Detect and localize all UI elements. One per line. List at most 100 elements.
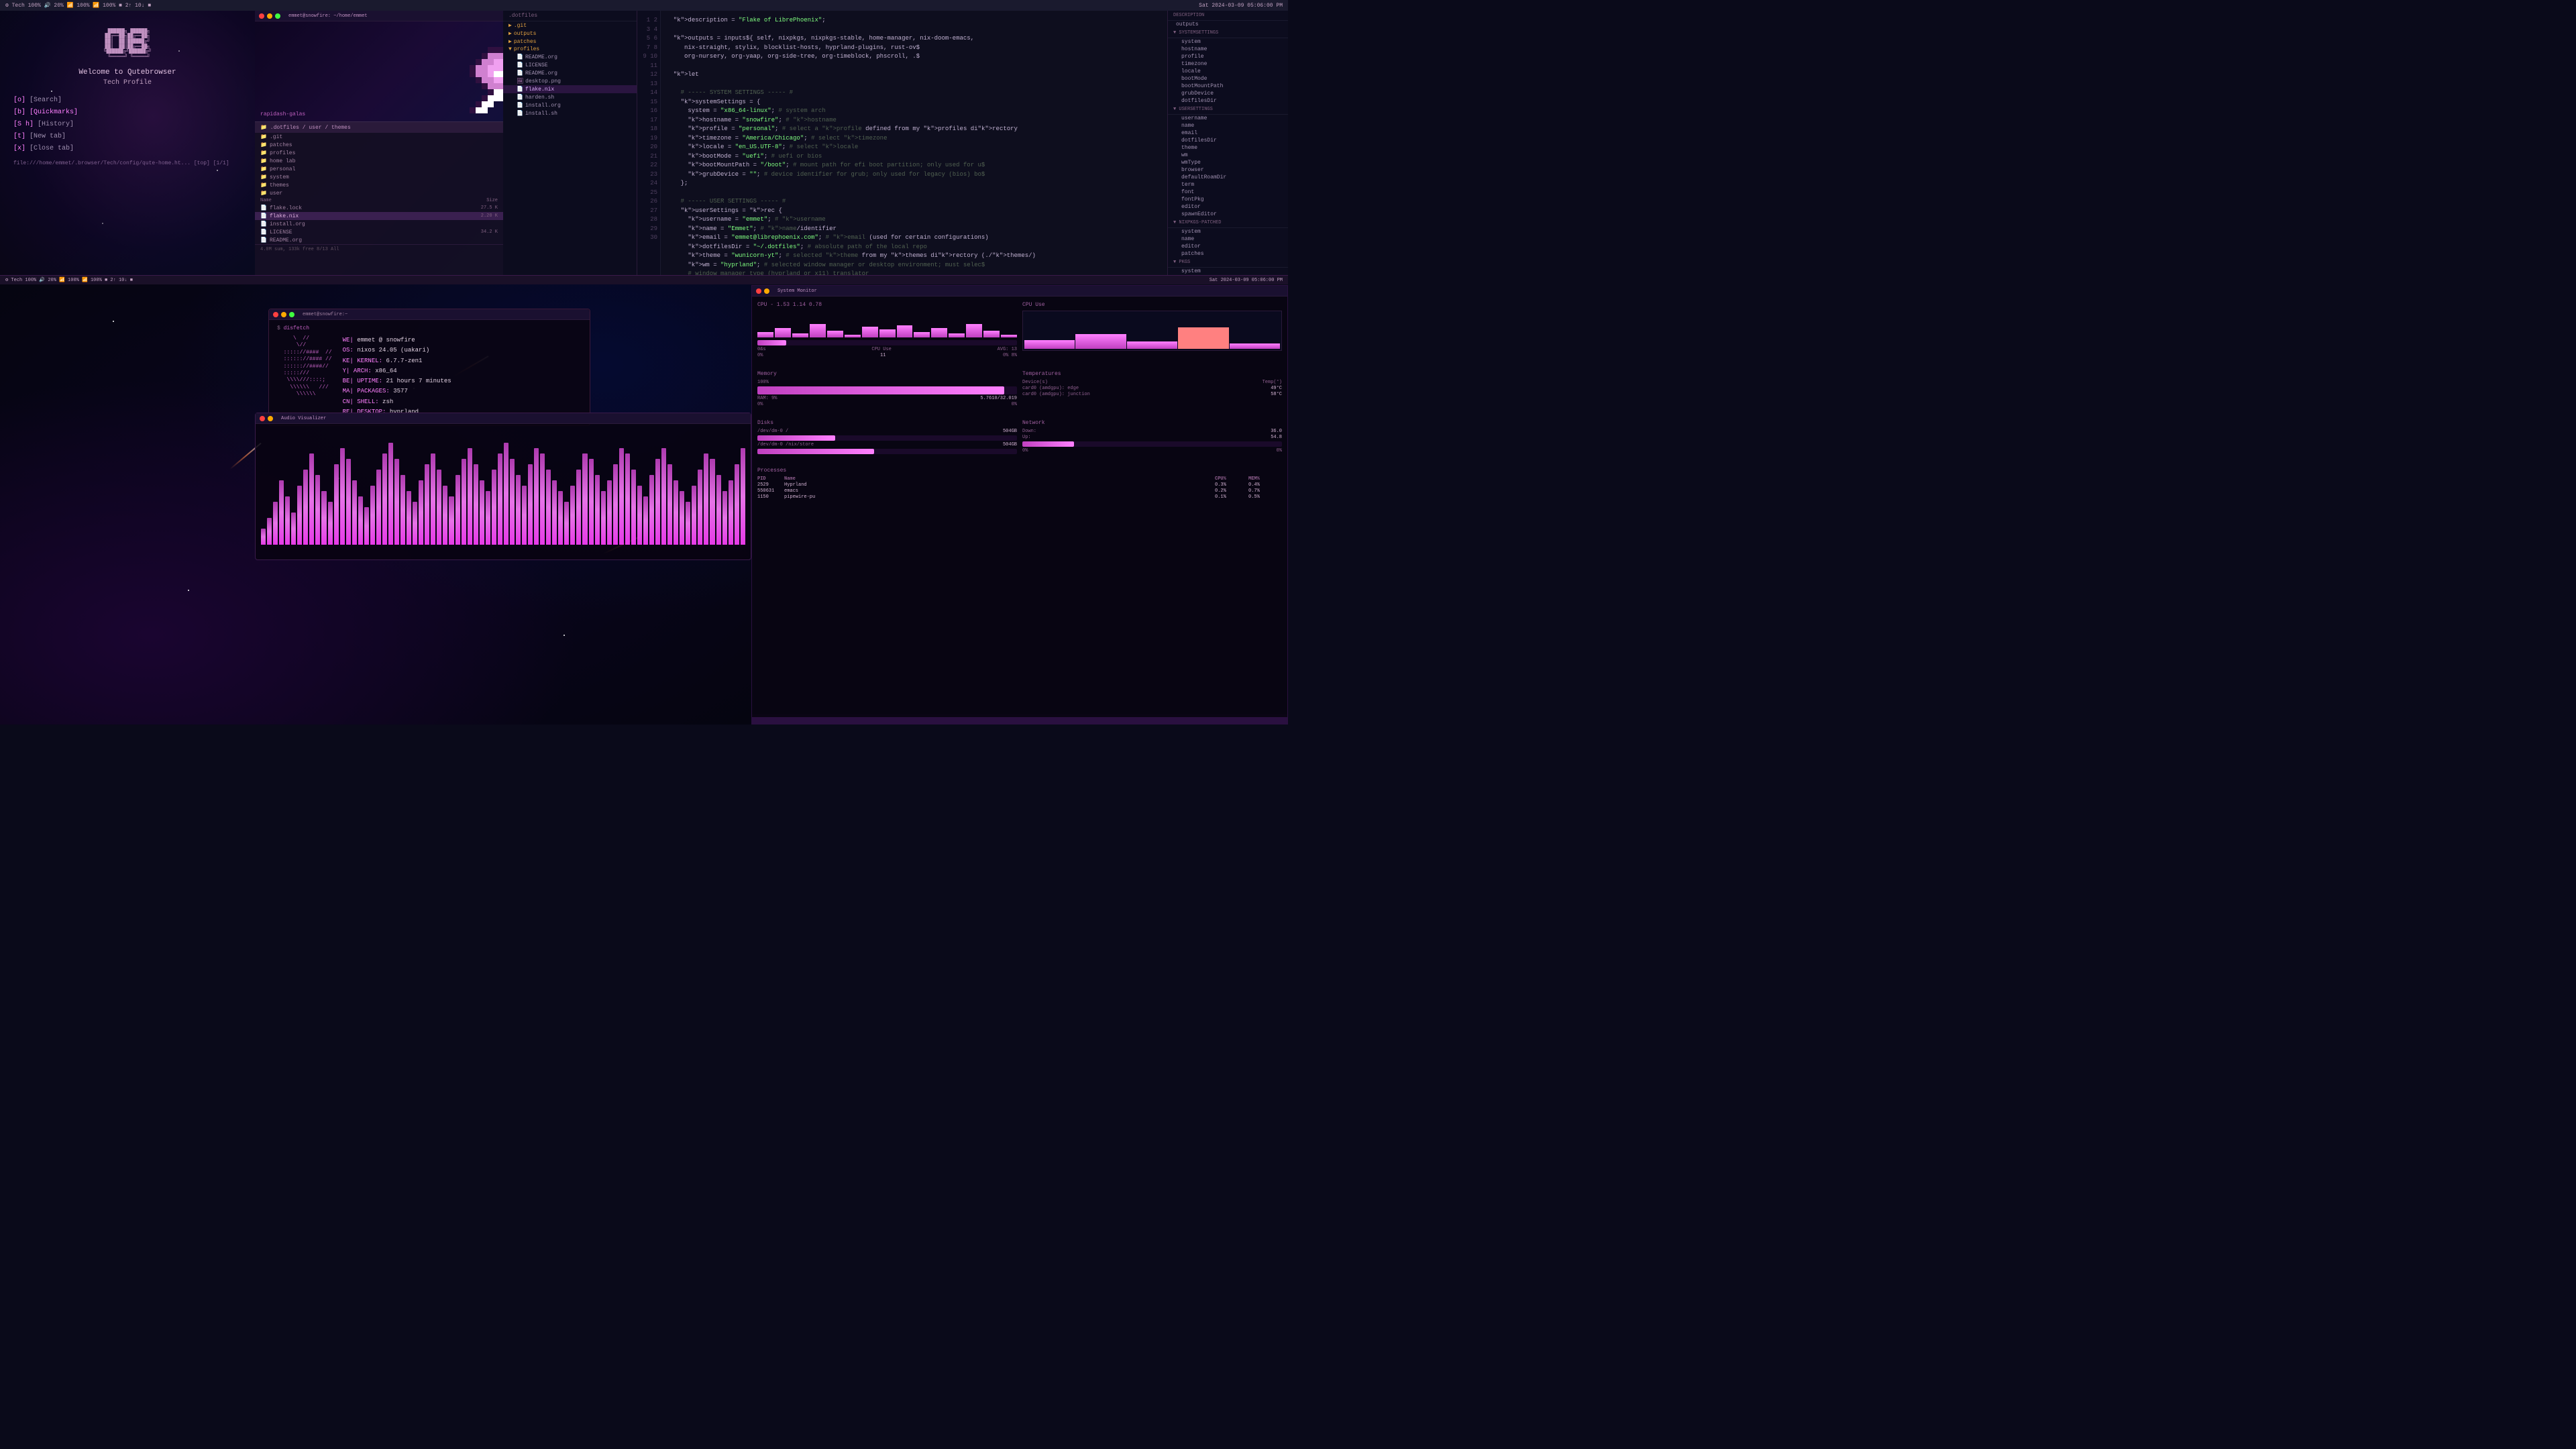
outline-browser[interactable]: browser <box>1168 166 1288 174</box>
qb-menu-search[interactable]: [o] [Search] <box>13 95 241 107</box>
neofetch-close[interactable] <box>273 312 278 317</box>
outline-email[interactable]: email <box>1168 129 1288 137</box>
win-close-btn[interactable] <box>259 13 264 19</box>
fm-row-flakelock[interactable]: 📄flake.lock27.5 K <box>255 204 503 212</box>
neofetch-max[interactable] <box>289 312 294 317</box>
outline-pkgs-system[interactable]: system <box>1168 268 1288 275</box>
vis-bar <box>498 453 502 545</box>
fm-row-system[interactable]: 📁system <box>255 173 503 181</box>
neofetch-kernel: KE| KERNEL: 6.7.7-zen1 <box>343 356 451 366</box>
win-max-btn[interactable] <box>275 13 280 19</box>
status-datetime: Sat 2024-03-09 05:06:00 PM <box>1199 3 1283 9</box>
neofetch-we: WE| emmet @ snowfire <box>343 335 451 345</box>
outline-dotfilesdir2[interactable]: dotfilesDir <box>1168 137 1288 144</box>
fm-row-personal[interactable]: 📁personal <box>255 165 503 173</box>
tree-installsh[interactable]: 📄 install.sh <box>503 109 637 117</box>
tree-git[interactable]: ▶ .git <box>503 21 637 30</box>
outline-spawneditor[interactable]: spawnEditor <box>1168 211 1288 218</box>
vis-bar <box>710 459 714 545</box>
outline-term[interactable]: term <box>1168 181 1288 189</box>
neofetch-command: $ disfetch <box>277 325 582 331</box>
fm-row-homelab[interactable]: 📁home lab <box>255 157 503 165</box>
outline-defaultroamdir[interactable]: defaultRoamDir <box>1168 174 1288 181</box>
outline-bootmode[interactable]: bootMode <box>1168 75 1288 83</box>
cpu-bar-2 <box>1075 334 1126 349</box>
fm-row-profiles[interactable]: 📁profiles <box>255 149 503 157</box>
sysmon-proc-pipewire: 1150 pipewire-pu 0.1% 0.5% <box>757 494 1282 500</box>
outline-editor[interactable]: editor <box>1168 203 1288 211</box>
outline-bootmountpath[interactable]: bootMountPath <box>1168 83 1288 90</box>
outline-np-editor[interactable]: editor <box>1168 243 1288 250</box>
vis-bar <box>667 464 672 545</box>
fm-row-readme[interactable]: 📄README.org <box>255 236 503 244</box>
outline-name[interactable]: name <box>1168 122 1288 129</box>
vis-bar <box>291 513 296 545</box>
outline-wm[interactable]: wm <box>1168 152 1288 159</box>
tree-outputs[interactable]: ▶ outputs <box>503 30 637 38</box>
outline-username[interactable]: username <box>1168 115 1288 122</box>
vis-bar <box>437 470 441 545</box>
fm-row-git[interactable]: 📁.git <box>255 133 503 141</box>
outline-timezone[interactable]: timezone <box>1168 60 1288 68</box>
outline-fontpkg[interactable]: fontPkg <box>1168 196 1288 203</box>
vis-bar <box>680 491 684 545</box>
outline-np-name[interactable]: name <box>1168 235 1288 243</box>
outline-font[interactable]: font <box>1168 189 1288 196</box>
vis-bar <box>328 502 333 545</box>
top-center-window: emmet@snowfire: ~/home/emmet rapidash-ga… <box>255 11 503 276</box>
vis-bar <box>321 491 326 545</box>
vis-bar <box>649 475 654 545</box>
tree-desktop-png[interactable]: 🖼 desktop.png <box>503 77 637 85</box>
sysmon-close[interactable] <box>756 288 761 294</box>
vis-bar <box>394 459 399 545</box>
fm-row-flakenix[interactable]: 📄flake.nix2.20 K <box>255 212 503 220</box>
fm-row-user[interactable]: 📁user <box>255 189 503 197</box>
sysmon-min[interactable] <box>764 288 769 294</box>
fm-row-license[interactable]: 📄LICENSE34.2 K <box>255 228 503 236</box>
cpu-mini-bar <box>1001 335 1017 337</box>
outline-theme[interactable]: theme <box>1168 144 1288 152</box>
outline-locale[interactable]: locale <box>1168 68 1288 75</box>
tree-flakenix[interactable]: 📄 flake.nix <box>503 85 637 93</box>
tree-profiles[interactable]: ▼ profiles <box>503 46 637 53</box>
fm-row-patches[interactable]: 📁patches <box>255 141 503 149</box>
vis-bar <box>334 464 339 545</box>
tree-installorg[interactable]: 📄 install.org <box>503 101 637 109</box>
outline-np-system[interactable]: system <box>1168 228 1288 235</box>
tree-readme-org-2[interactable]: 📄 README.org <box>503 69 637 77</box>
neofetch-min[interactable] <box>281 312 286 317</box>
outline-outputs[interactable]: outputs <box>1168 21 1288 28</box>
vis-bar <box>346 459 351 545</box>
tree-readme-org[interactable]: 📄 README.org <box>503 53 637 61</box>
outline-np-patches[interactable]: patches <box>1168 250 1288 258</box>
outline-profile[interactable]: profile <box>1168 53 1288 60</box>
tree-hardensh[interactable]: 📄 harden.sh <box>503 93 637 101</box>
win-min-btn[interactable] <box>267 13 272 19</box>
tree-license[interactable]: 📄 LICENSE <box>503 61 637 69</box>
cpu-mini-bar <box>983 331 1000 337</box>
neofetch-packages: MA| PACKAGES: 3577 <box>343 386 451 396</box>
cpu-mini-bar <box>775 328 791 337</box>
qb-menu-closetab[interactable]: [x] [Close tab] <box>13 143 241 155</box>
sysmon-cpu-graph: CPU Use <box>1022 302 1282 359</box>
qb-menu-history[interactable]: [S h] [History] <box>13 119 241 131</box>
vis-bar <box>443 486 447 545</box>
cpu-mini-bar <box>792 333 808 337</box>
code-content[interactable]: "k">description = "Flake of LibrePhoenix… <box>661 11 1167 275</box>
qb-menu-newtab[interactable]: [t] [New tab] <box>13 131 241 143</box>
qb-menu-quickmarks[interactable]: [b] [Quickmarks] <box>13 107 241 119</box>
outline-dotfilesdir[interactable]: dotfilesDir <box>1168 97 1288 105</box>
vis-min[interactable] <box>268 416 273 421</box>
outline-system[interactable]: system <box>1168 38 1288 46</box>
tree-patches[interactable]: ▶ patches <box>503 38 637 46</box>
fm-row-installorg[interactable]: 📄install.org <box>255 220 503 228</box>
vis-bar <box>425 464 429 545</box>
sysmon-network-section: Network Down: 36.0 Up: 54.8 0% 0% <box>1022 420 1282 455</box>
vis-bar <box>449 496 453 545</box>
outline-wmtype[interactable]: wmType <box>1168 159 1288 166</box>
outline-hostname[interactable]: hostname <box>1168 46 1288 53</box>
vis-bar <box>358 496 363 545</box>
fm-row-themes[interactable]: 📁themes <box>255 181 503 189</box>
vis-close[interactable] <box>260 416 265 421</box>
outline-grubdevice[interactable]: grubDevice <box>1168 90 1288 97</box>
